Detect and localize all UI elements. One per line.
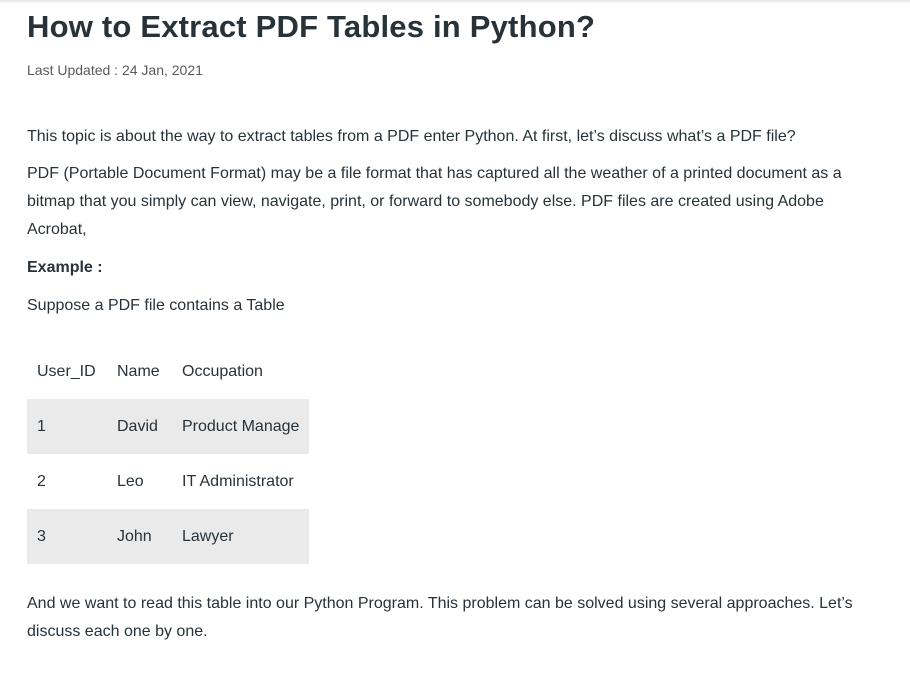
table-row: 2 Leo IT Administrator <box>27 454 309 509</box>
table-cell: David <box>107 399 172 454</box>
table-cell: IT Administrator <box>182 472 294 490</box>
table-cell: John <box>107 509 172 564</box>
article-title: How to Extract PDF Tables in Python? <box>27 9 596 44</box>
table-intro-paragraph: Suppose a PDF file contains a Table <box>27 297 285 314</box>
table-row: 1 David Product Manage <box>27 399 310 454</box>
table-cell: Product Manage <box>172 399 310 454</box>
table-header-cell: User_ID <box>37 362 96 380</box>
example-table: User_ID Name Occupation 1 David Product … <box>27 344 310 564</box>
table-cell: 3 <box>27 509 107 564</box>
table-header-cell: Occupation <box>182 362 263 380</box>
outro-paragraph: And we want to read this table into our … <box>27 595 853 640</box>
table-header-row: User_ID Name Occupation <box>27 344 309 399</box>
table-row: 3 John Lawyer <box>27 509 310 564</box>
table-cell: Lawyer <box>172 509 310 564</box>
table-cell: 1 <box>27 399 107 454</box>
top-shadow <box>0 0 910 4</box>
pdf-description-paragraph: PDF (Portable Document Format) may be a … <box>27 165 842 238</box>
example-label: Example : <box>27 259 103 276</box>
table-cell: 2 <box>37 472 46 490</box>
last-updated: Last Updated : 24 Jan, 2021 <box>27 62 203 78</box>
intro-paragraph: This topic is about the way to extract t… <box>27 128 796 145</box>
table-header-cell: Name <box>117 362 160 380</box>
table-cell: Leo <box>117 472 144 490</box>
